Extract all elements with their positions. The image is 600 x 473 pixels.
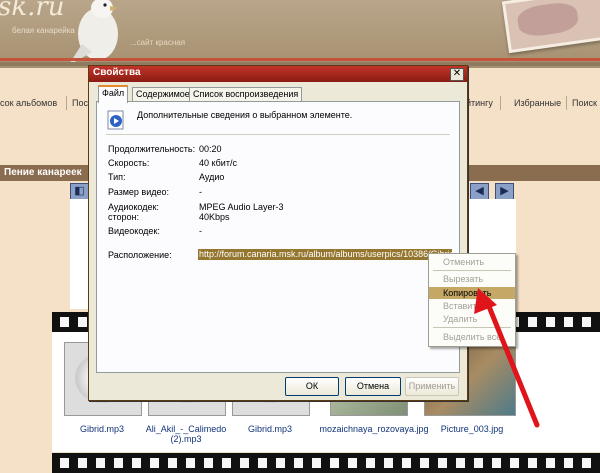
dialog-titlebar[interactable]: Свойства ✕ [89,66,467,82]
context-menu: Отменить Вырезать Копировать Вставить Уд… [428,253,516,347]
tab-file[interactable]: Файл [98,85,129,103]
menu-item-copy[interactable]: Копировать [429,287,515,299]
first-page-icon[interactable]: ◧ [70,183,89,200]
divider [106,134,450,135]
prop-value: 00:20 [199,144,222,154]
dialog-description: Дополнительные сведения о выбранном элем… [137,110,353,120]
media-file-icon [107,110,124,130]
thumbnail-caption[interactable]: Gibrid.mp3 [222,424,318,434]
thumbnail-caption[interactable]: mozaichnaya_rozovaya.jpg [314,424,434,434]
ok-button[interactable]: ОК [285,377,339,396]
menu-item-undo[interactable]: Отменить [429,256,515,268]
prop-value: - [199,226,202,236]
apply-button[interactable]: Применить [405,377,459,396]
filmstrip-bottom [52,453,600,473]
site-logo[interactable]: sk.ru [0,0,65,22]
nav-divider [500,96,501,110]
prop-label: Аудиокодек: [108,202,159,212]
section-title: Пение канареек [4,167,82,178]
file-tab-panel: Дополнительные сведения о выбранном элем… [96,101,460,373]
properties-dialog: Свойства ✕ Файл Содержимое Список воспро… [88,65,468,401]
tab-playlist[interactable]: Список воспроизведения [189,87,303,101]
tab-contents[interactable]: Содержимое [132,87,194,101]
prop-label: Размер видео: [108,187,170,197]
thumbnail-caption[interactable]: Ali_Akil_-_Calimedo (2).mp3 [144,424,228,444]
cancel-button[interactable]: Отмена [345,377,401,396]
menu-item-delete[interactable]: Удалить [429,313,515,325]
site-slogan-2: ...сайт красная [130,38,186,47]
prop-label: Тип: [108,172,126,182]
nav-divider [66,96,67,110]
location-field[interactable]: http://forum.canaria.msk.ru/album/albums… [198,249,452,260]
thumbnail-caption[interactable]: Gibrid.mp3 [54,424,150,434]
dialog-title: Свойства [93,67,141,78]
prop-value: Аудио [199,172,225,182]
nav-item-album-list[interactable]: сок альбомов [0,98,57,108]
prop-value: 40Kbps [199,212,230,222]
location-label: Расположение: [108,250,172,260]
nav-divider [566,96,567,110]
nav-item-rating[interactable]: йтингу [466,98,493,108]
prop-value: MPEG Audio Layer-3 [199,202,284,212]
prop-label: Видеокодек: [108,226,160,236]
prop-label: Продолжительность: [108,144,196,154]
nav-item-search[interactable]: Поиск [572,98,597,108]
prop-label: сторон: [108,212,140,222]
menu-item-select-all[interactable]: Выделить все [429,331,515,343]
thumbnail-caption[interactable]: Picture_003.jpg [424,424,520,434]
menu-item-cut[interactable]: Вырезать [429,273,515,285]
prop-label: Скорость: [108,158,150,168]
prev-page-icon[interactable]: ◀ [470,183,489,200]
header-stripe [0,58,600,61]
menu-item-paste[interactable]: Вставить [429,300,515,312]
menu-separator [433,270,511,271]
menu-separator [433,327,511,328]
close-icon[interactable]: ✕ [450,68,464,81]
nav-item-favorites[interactable]: Избранные [514,98,561,108]
prop-value: 40 кбит/с [199,158,237,168]
prop-value: - [199,187,202,197]
next-page-icon[interactable]: ▶ [495,183,514,200]
